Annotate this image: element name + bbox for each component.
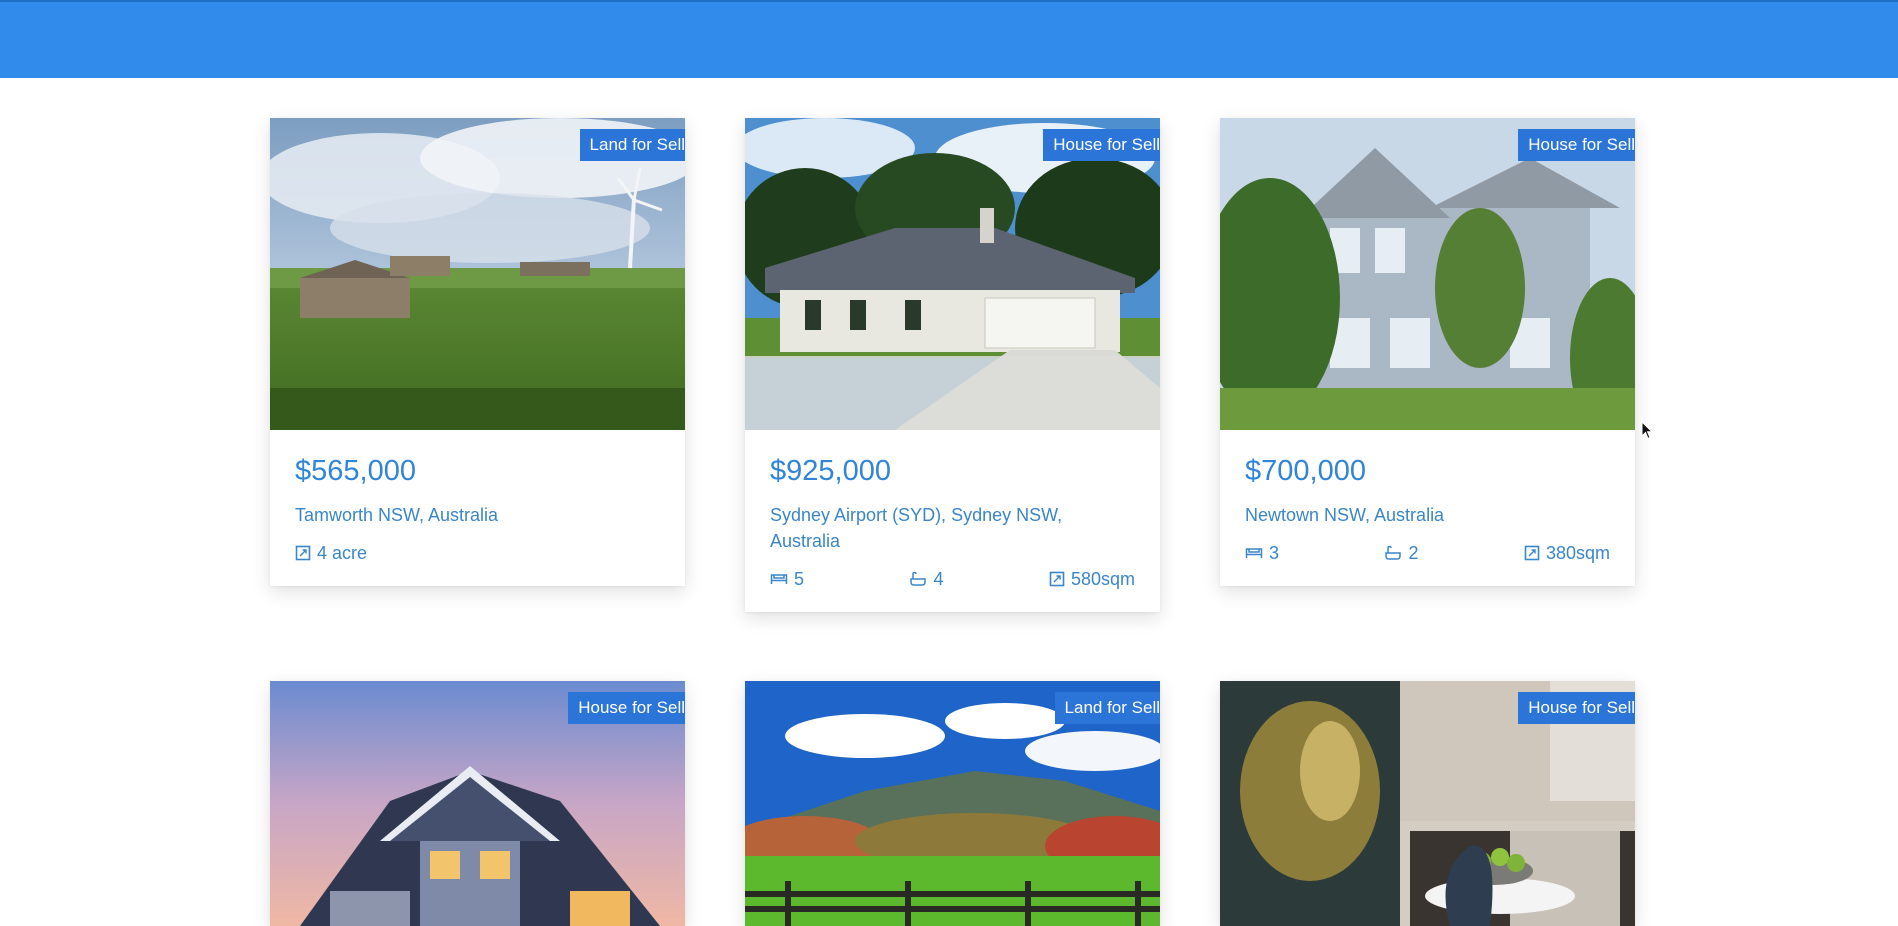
listing-image[interactable]: House for Sell: [1220, 118, 1635, 430]
listing-image[interactable]: Land for Sell: [270, 118, 685, 430]
listing-price: $565,000: [295, 455, 416, 487]
area-feature: 380sqm: [1524, 542, 1610, 564]
area-icon: [1049, 571, 1065, 587]
bathrooms-value: 2: [1408, 543, 1419, 563]
listing-card[interactable]: House for Sell: [270, 681, 685, 926]
listing-image[interactable]: House for Sell: [1220, 681, 1635, 926]
listing-card[interactable]: House for Sell $700,000 Newtown NSW, Aus…: [1220, 118, 1635, 586]
bathrooms-feature: 4: [909, 568, 943, 590]
bedrooms-value: 3: [1269, 543, 1280, 563]
bedrooms-feature: 3: [1245, 542, 1279, 564]
listing-type-badge: House for Sell: [1043, 129, 1160, 169]
listing-details: $925,000 Sydney Airport (SYD), Sydney NS…: [745, 430, 1160, 612]
listing-type-badge: Land for Sell: [579, 129, 685, 161]
bathrooms-feature: 2: [1384, 542, 1418, 564]
area-feature: 580sqm: [1049, 568, 1135, 590]
listing-image[interactable]: House for Sell: [270, 681, 685, 926]
listing-type-badge: Land for Sell: [1054, 692, 1160, 724]
bathrooms-value: 4: [933, 569, 944, 589]
listing-image[interactable]: House for Sell: [745, 118, 1160, 430]
listing-image[interactable]: Land for Sell: [745, 681, 1160, 926]
listing-address: Tamworth NSW, Australia: [295, 505, 499, 525]
top-navigation-bar: [0, 0, 1898, 78]
listing-price: $925,000: [770, 455, 891, 487]
bath-icon: [910, 571, 927, 586]
house-driveway-image: [745, 118, 1160, 430]
listing-features: 3 2 380sqm: [1245, 542, 1610, 564]
listing-card[interactable]: Land for Sell: [745, 681, 1160, 926]
bedrooms-value: 5: [794, 569, 805, 589]
mouse-cursor-icon: [1641, 421, 1654, 440]
farm-landscape-image: [270, 118, 685, 430]
listing-address: Sydney Airport (SYD), Sydney NSW, Austra…: [770, 505, 1063, 551]
listing-card[interactable]: House for Sell: [1220, 681, 1635, 926]
bed-icon: [770, 574, 788, 584]
area-value: 580sqm: [1070, 569, 1135, 589]
listing-type-badge: House for Sell: [568, 692, 685, 732]
listing-details: $565,000 Tamworth NSW, Australia 4 acre: [270, 430, 685, 586]
listing-address: Newtown NSW, Australia: [1245, 505, 1445, 525]
listing-card[interactable]: Land for Sell $565,000 Tamworth NSW, Aus…: [270, 118, 685, 586]
listing-type-badge: House for Sell: [1518, 692, 1635, 732]
area-icon: [1524, 545, 1540, 561]
area-feature: 4 acre: [295, 542, 367, 564]
listing-features: 5 4 580sqm: [770, 568, 1135, 590]
listing-price: $700,000: [1245, 455, 1366, 487]
listing-card[interactable]: House for Sell $925,000 Sydney Airport (…: [745, 118, 1160, 612]
area-icon: [295, 545, 311, 561]
listing-details: $700,000 Newtown NSW, Australia 3 2 380s…: [1220, 430, 1635, 586]
listing-features: 4 acre: [295, 542, 660, 564]
bed-icon: [1245, 548, 1263, 558]
bath-icon: [1385, 545, 1402, 560]
bedrooms-feature: 5: [770, 568, 804, 590]
grey-house-image: [1220, 118, 1635, 430]
area-value: 4 acre: [317, 543, 368, 563]
area-value: 380sqm: [1545, 543, 1610, 563]
listing-type-badge: House for Sell: [1518, 129, 1635, 169]
